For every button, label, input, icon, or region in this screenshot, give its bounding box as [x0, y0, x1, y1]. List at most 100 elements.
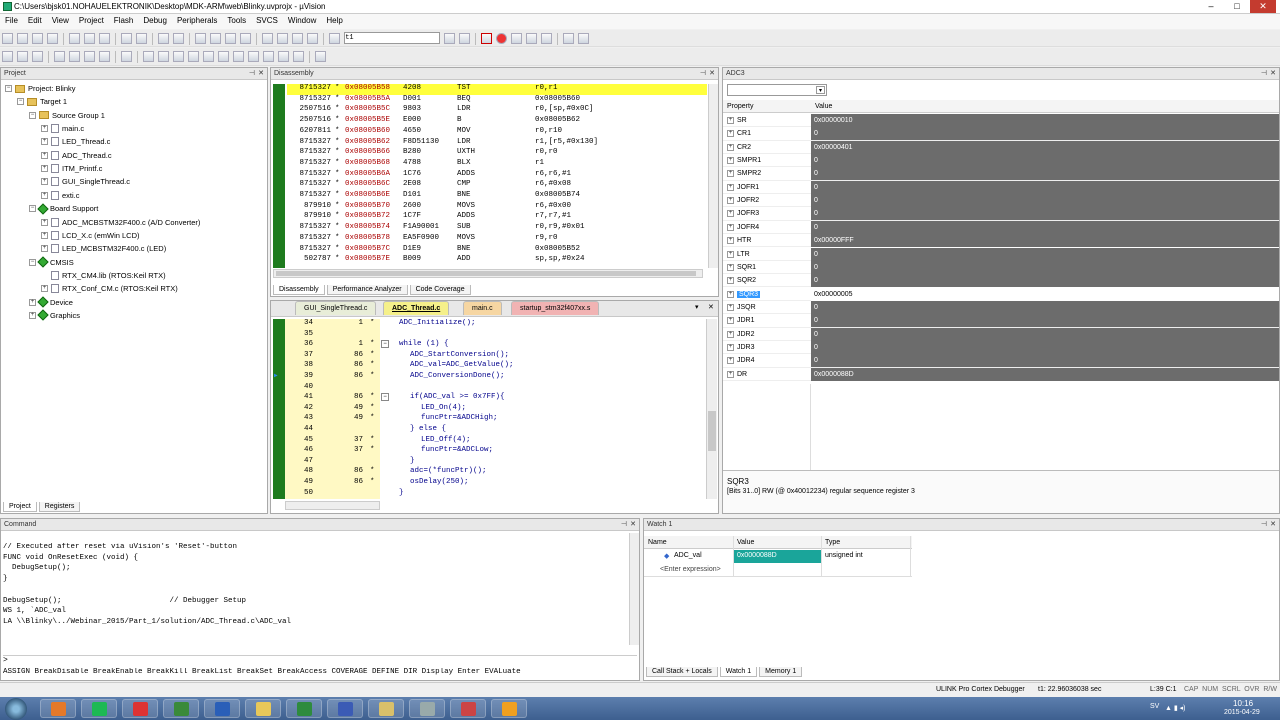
disassembly-hscrollbar[interactable] [273, 269, 703, 278]
expand-icon[interactable]: + [727, 303, 734, 311]
expand-icon[interactable]: + [727, 290, 734, 298]
tab-code-coverage[interactable]: Code Coverage [409, 285, 471, 295]
register-row[interactable]: + SQR1 0 [723, 260, 1279, 275]
serial-window-icon[interactable] [248, 51, 259, 62]
step-into-icon[interactable] [54, 51, 65, 62]
tab-adc-thread[interactable]: ADC_Thread.c [383, 301, 450, 315]
taskbar-app-button[interactable] [40, 699, 76, 718]
memory-window-icon[interactable] [233, 51, 244, 62]
tree-item[interactable]: − Project: Blinky [5, 82, 76, 95]
bookmark-next-icon[interactable] [225, 33, 236, 44]
disable-breakpoint-icon[interactable] [511, 33, 523, 44]
editor-code[interactable]: 34 1 * ADC_Initialize(); 35 36 1 * − while (1) {3… [271, 319, 705, 499]
pin-icon[interactable]: ⊣ [700, 69, 706, 77]
register-value[interactable]: 0 [811, 127, 1279, 141]
taskbar-app-button[interactable] [122, 699, 158, 718]
register-row[interactable]: + DR 0x0000088D [723, 367, 1279, 381]
registers-window-icon[interactable] [188, 51, 199, 62]
taskbar-app-button[interactable] [409, 699, 445, 718]
expand-icon[interactable]: + [41, 165, 48, 173]
disassembly-row[interactable]: 879910 * 0x08005B70 2600 MOVS r6,#0x00 [287, 202, 707, 213]
expand-icon[interactable]: − [29, 111, 36, 119]
expand-icon[interactable]: + [727, 130, 734, 138]
code-line[interactable]: 41 86 * − if(ADC_val >= 0x7FF){ [271, 393, 701, 404]
register-row[interactable]: + HTR 0x00000FFF [723, 234, 1279, 248]
menu-file[interactable]: File [0, 14, 23, 27]
pin-icon[interactable]: ⊣ [249, 69, 255, 77]
uncomment-icon[interactable] [307, 33, 318, 44]
pin-icon[interactable]: ⊣ [1261, 520, 1267, 528]
step-over-icon[interactable] [69, 51, 80, 62]
run-to-cursor-icon[interactable] [99, 51, 110, 62]
code-line[interactable]: 47} [271, 457, 701, 468]
close-icon[interactable]: ✕ [709, 69, 715, 77]
reset-icon[interactable] [2, 51, 13, 62]
close-icon[interactable]: ✕ [1270, 520, 1276, 528]
tree-item[interactable]: + GUI_SingleThread.c [41, 175, 130, 188]
tree-item[interactable]: − Board Support [29, 202, 98, 215]
expand-icon[interactable]: + [41, 245, 48, 253]
register-value[interactable]: 0x00000010 [811, 114, 1279, 127]
register-value[interactable]: 0 [811, 167, 1279, 181]
expand-icon[interactable]: − [29, 258, 36, 266]
incremental-find-icon[interactable] [459, 33, 471, 44]
tab-startup[interactable]: startup_stm32f407xx.s [511, 301, 600, 315]
expand-icon[interactable]: + [727, 343, 734, 351]
expand-icon[interactable]: + [727, 277, 734, 285]
bookmark-clear-icon[interactable] [240, 33, 251, 44]
taskbar-app-button[interactable] [327, 699, 363, 718]
register-row[interactable]: + JDR2 0 [723, 327, 1279, 341]
expand-icon[interactable]: + [727, 157, 734, 165]
code-line[interactable]: 35 [271, 330, 701, 341]
editor-hscrollbar[interactable] [285, 501, 380, 510]
tree-item[interactable]: − Source Group 1 [29, 109, 105, 122]
watch-row-value[interactable]: 0x0000088D [734, 550, 822, 563]
close-icon[interactable]: ✕ [1270, 69, 1276, 77]
register-row[interactable]: + JOFR3 0 [723, 207, 1279, 221]
disassembly-row[interactable]: 879910 * 0x08005B72 1C7F ADDS r7,r7,#1 [287, 212, 707, 223]
command-scrollbar[interactable] [629, 533, 639, 645]
expand-icon[interactable]: + [41, 178, 48, 186]
find-in-files-icon[interactable] [329, 33, 340, 44]
code-line[interactable]: 49 86 * osDelay(250); [271, 478, 701, 489]
code-line[interactable]: 43 49 * funcPtr=&ADCHigh; [271, 414, 701, 425]
disassembly-row[interactable]: 2507516 * 0x08005B5E E000 B 0x08005B62 [287, 116, 707, 127]
expand-icon[interactable]: + [727, 357, 734, 365]
save-icon[interactable] [32, 33, 43, 44]
menu-peripherals[interactable]: Peripherals [172, 14, 222, 27]
pin-icon[interactable]: ⊣ [1261, 69, 1267, 77]
expand-icon[interactable]: + [727, 170, 734, 178]
code-line[interactable]: 46 37 * funcPtr=&ADCLow; [271, 446, 701, 457]
disassembly-row[interactable]: 502787 * 0x08005B7E B009 ADD sp,sp,#0x24 [287, 255, 707, 266]
register-value[interactable]: 0x00000FFF [811, 234, 1279, 248]
tree-item[interactable]: + Device [29, 296, 73, 309]
register-row[interactable]: + JSQR 0 [723, 300, 1279, 315]
tab-gui-singlethread[interactable]: GUI_SingleThread.c [295, 301, 377, 315]
disassembly-scrollbar[interactable] [708, 84, 718, 268]
register-row[interactable]: + CR2 0x00000401 [723, 140, 1279, 154]
taskbar-app-button[interactable] [450, 699, 486, 718]
taskbar-app-button[interactable] [368, 699, 404, 718]
window-layout-icon[interactable] [563, 33, 575, 44]
register-row[interactable]: + SQR2 0 [723, 274, 1279, 288]
expand-icon[interactable]: + [727, 330, 734, 338]
tab-project[interactable]: Project [3, 502, 37, 512]
clock-time[interactable]: 10:16 [1233, 699, 1253, 708]
breakpoint-icon[interactable] [496, 33, 508, 44]
expand-icon[interactable]: + [41, 191, 48, 199]
toolbox-icon[interactable] [315, 51, 326, 62]
code-line[interactable]: 44} else { [271, 425, 701, 436]
clock-date[interactable]: 2015-04-29 [1224, 709, 1260, 716]
tree-item[interactable]: + main.c [41, 122, 84, 135]
code-line[interactable]: 42 49 * LED_On(4); [271, 404, 701, 415]
tree-item[interactable]: + RTX_Conf_CM.c (RTOS:Keil RTX) [41, 282, 178, 295]
menu-flash[interactable]: Flash [109, 14, 139, 27]
disassembly-row[interactable]: 8715327 * 0x08005B74 F1A90001 SUB r0,r9,#0x01 [287, 223, 707, 234]
expand-icon[interactable]: − [29, 205, 36, 213]
expand-icon[interactable]: + [727, 263, 734, 271]
tree-item[interactable]: − CMSIS [29, 256, 74, 269]
paste-icon[interactable] [99, 33, 110, 44]
watch-row[interactable]: ◆ ADC_val 0x0000088D unsigned int [644, 550, 912, 563]
disassembly-row[interactable]: ⇨8715327*0x08005B584208TSTr0,r1 [287, 84, 707, 95]
fold-icon[interactable]: − [381, 393, 389, 402]
